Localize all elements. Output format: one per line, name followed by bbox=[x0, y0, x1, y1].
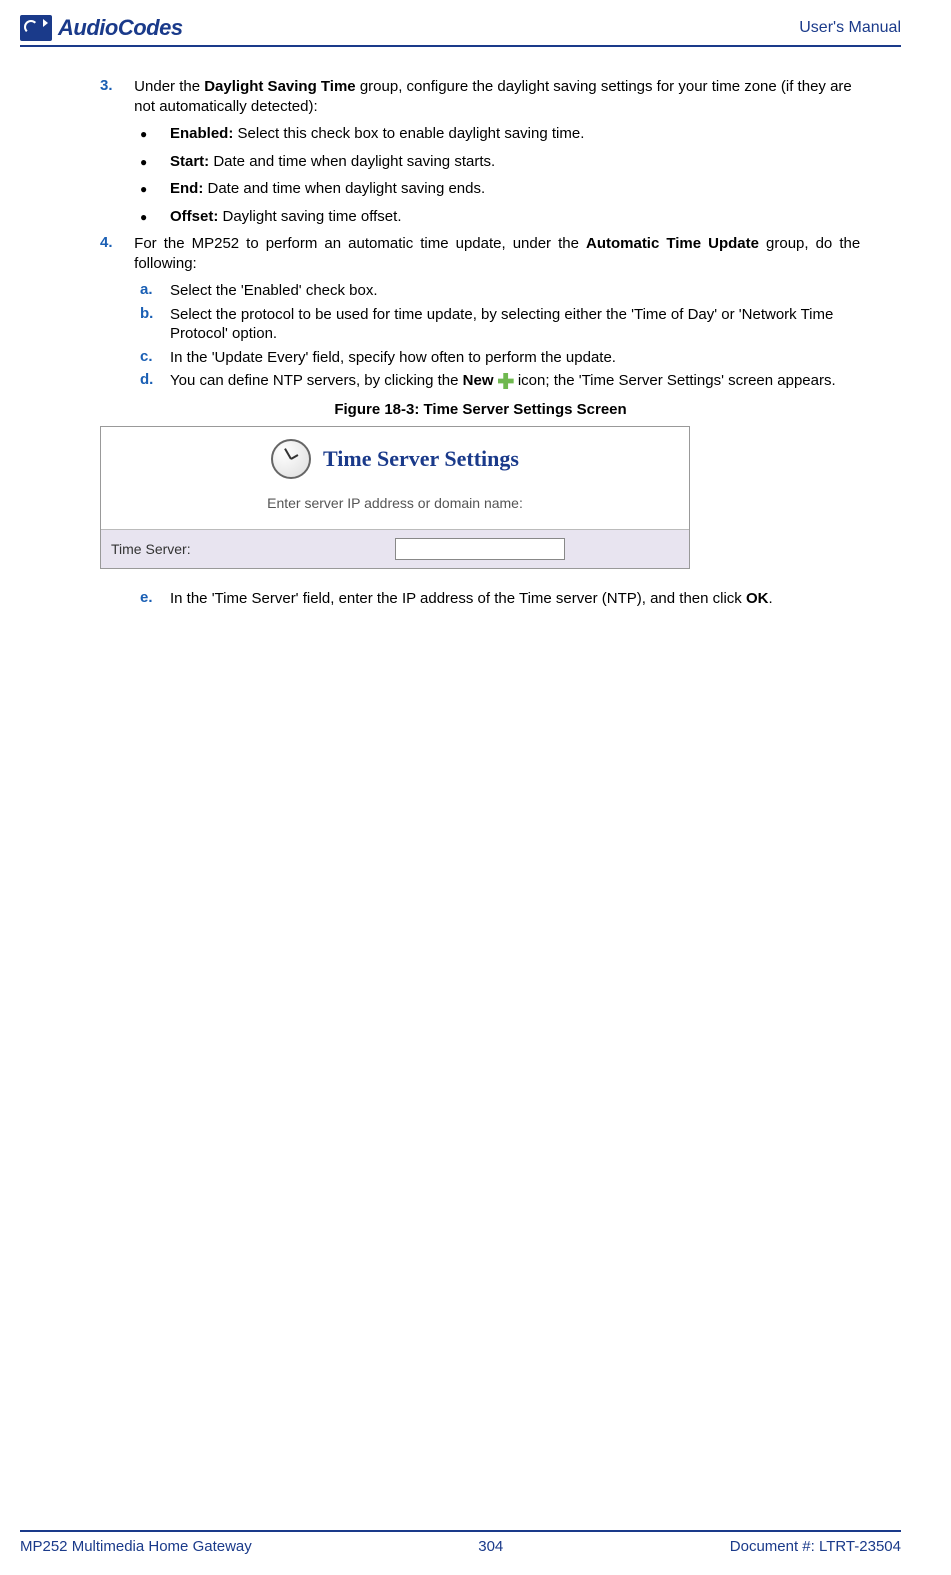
footer-left: MP252 Multimedia Home Gateway bbox=[20, 1538, 252, 1555]
bullet-offset: ● Offset: Daylight saving time offset. bbox=[140, 207, 861, 227]
step-3: 3. Under the Daylight Saving Time group,… bbox=[100, 77, 861, 116]
sub-list: a. Select the 'Enabled' check box. b. Se… bbox=[140, 281, 861, 391]
substep-e: e. In the 'Time Server' field, enter the… bbox=[140, 589, 861, 609]
figure-subtitle: Enter server IP address or domain name: bbox=[101, 485, 689, 529]
figure-screenshot: Time Server Settings Enter server IP add… bbox=[100, 426, 690, 569]
substep-a: a. Select the 'Enabled' check box. bbox=[140, 281, 861, 301]
logo-icon bbox=[20, 15, 52, 41]
page-header: AudioCodes User's Manual bbox=[20, 15, 901, 47]
logo-text: AudioCodes bbox=[58, 15, 183, 41]
sub-list-after: e. In the 'Time Server' field, enter the… bbox=[140, 589, 861, 609]
bullet-start: ● Start: Date and time when daylight sav… bbox=[140, 152, 861, 172]
bullet-list: ● Enabled: Select this check box to enab… bbox=[140, 124, 861, 226]
bullet-dot-icon: ● bbox=[140, 207, 170, 227]
header-right-text: User's Manual bbox=[799, 19, 901, 37]
plus-icon bbox=[498, 373, 514, 389]
substep-d: d. You can define NTP servers, by clicki… bbox=[140, 371, 861, 391]
step-text: Under the Daylight Saving Time group, co… bbox=[134, 77, 860, 116]
content: 3. Under the Daylight Saving Time group,… bbox=[20, 77, 901, 608]
figure-row: Time Server: bbox=[101, 529, 689, 568]
footer-page-number: 304 bbox=[478, 1538, 503, 1555]
logo: AudioCodes bbox=[20, 15, 183, 41]
clock-icon bbox=[271, 439, 311, 479]
bullet-enabled: ● Enabled: Select this check box to enab… bbox=[140, 124, 861, 144]
page-footer: MP252 Multimedia Home Gateway 304 Docume… bbox=[20, 1530, 901, 1555]
bullet-dot-icon: ● bbox=[140, 124, 170, 144]
bullet-dot-icon: ● bbox=[140, 152, 170, 172]
step-number: 3. bbox=[100, 77, 130, 94]
figure-caption: Figure 18-3: Time Server Settings Screen bbox=[100, 401, 861, 418]
bullet-end: ● End: Date and time when daylight savin… bbox=[140, 179, 861, 199]
step-text: For the MP252 to perform an automatic ti… bbox=[134, 234, 860, 273]
time-server-input[interactable] bbox=[395, 538, 565, 560]
substep-c: c. In the 'Update Every' field, specify … bbox=[140, 348, 861, 368]
bullet-dot-icon: ● bbox=[140, 179, 170, 199]
figure-header: Time Server Settings bbox=[101, 427, 689, 485]
time-server-label: Time Server: bbox=[111, 541, 395, 557]
substep-b: b. Select the protocol to be used for ti… bbox=[140, 305, 861, 344]
footer-right: Document #: LTRT-23504 bbox=[730, 1538, 901, 1555]
step-4: 4. For the MP252 to perform an automatic… bbox=[100, 234, 861, 273]
step-number: 4. bbox=[100, 234, 130, 251]
figure-title: Time Server Settings bbox=[323, 446, 519, 472]
